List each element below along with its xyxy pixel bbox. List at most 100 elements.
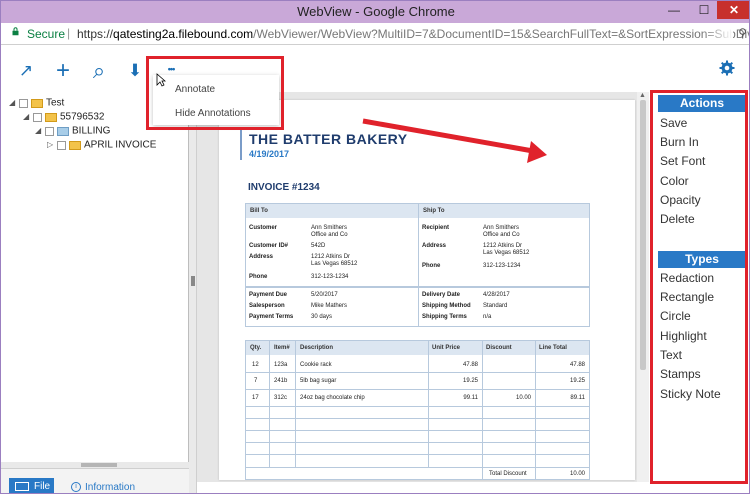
bill-phone-label: Phone [249, 274, 268, 280]
row3-line-total: 89.11 [570, 395, 585, 401]
tree-node-label: Test [46, 97, 65, 109]
row2-qty: 7 [254, 378, 258, 384]
row-divider [246, 418, 589, 419]
bill-phone-value: 312-123-1234 [311, 274, 349, 280]
browser-window: WebView - Google Chrome — ☐ ✕ Secure | h… [0, 0, 750, 494]
col-header-item: Item# [274, 345, 290, 351]
row1-line-total: 47.88 [569, 362, 585, 368]
annotation-arrow-icon [362, 118, 547, 163]
collapse-icon[interactable]: ◢ [9, 96, 17, 110]
customer-id-label: Customer ID# [249, 243, 289, 249]
url-fade [703, 23, 733, 44]
col-divider [428, 341, 429, 467]
row3-item: 312c [274, 395, 288, 401]
tab-file[interactable]: File [9, 478, 54, 493]
info-icon: i [71, 482, 81, 493]
payment-terms-value: 30 days [311, 314, 333, 320]
row3-discount: 10.00 [515, 395, 531, 401]
row2-line-total: 19.25 [569, 378, 585, 384]
row-divider [246, 389, 589, 390]
minimize-button[interactable]: — [659, 1, 689, 19]
row-divider [246, 467, 589, 468]
total-discount-label: Total Discount [489, 471, 527, 477]
address-separator: | [67, 26, 71, 40]
row1-unit-price: 47.88 [462, 362, 478, 368]
row3-description: 24oz bag chocolate chip [300, 395, 365, 401]
invoice-date: 4/19/2017 [249, 149, 290, 159]
recipient-label: Recipient [422, 225, 450, 231]
row1-qty: 12 [252, 362, 259, 368]
viewer-scrollbar[interactable]: ▲ [637, 92, 649, 482]
collapse-icon[interactable]: ◢ [23, 110, 31, 124]
customer-value: Ann Smithers Office and Co [311, 225, 348, 238]
lock-icon [12, 27, 19, 36]
payment-due-value: 5/20/2017 [311, 292, 338, 298]
secure-label: Secure [27, 27, 66, 41]
row-divider [246, 442, 589, 443]
scrollbar-thumb[interactable] [81, 463, 117, 467]
col-header-unit-price: Unit Price [432, 345, 461, 351]
close-button[interactable]: ✕ [717, 1, 749, 19]
tree-node-label: APRIL INVOICE [84, 139, 157, 151]
add-icon[interactable]: + [52, 59, 74, 83]
url-text[interactable]: https://qatesting2a.filebound.com/WebVie… [77, 27, 750, 41]
splitter-grip[interactable] [191, 276, 195, 286]
ship-phone-label: Phone [422, 263, 441, 269]
row2-unit-price: 19.25 [462, 378, 478, 384]
scrollbar-thumb[interactable] [640, 100, 646, 370]
tab-information-label: Information [85, 482, 136, 493]
download-icon[interactable]: ⬇ [124, 60, 146, 82]
row2-description: 5lb bag sugar [300, 378, 337, 384]
tree-checkbox[interactable] [45, 126, 54, 136]
maximize-button[interactable]: ☐ [689, 1, 719, 19]
address-bar[interactable]: Secure | https://qatesting2a.filebound.c… [1, 23, 750, 45]
ship-address-value: 1212 Atkins Dr Las Vegas 68512 [483, 243, 530, 256]
viewer-toolbar: ↗ + ⌕ ⬇ ••• [1, 46, 749, 92]
tab-information[interactable]: i Information [71, 482, 135, 493]
tree-node-55796532[interactable]: ◢ 55796532 [23, 110, 105, 124]
tab-file-label: File [34, 481, 51, 492]
extension-icon[interactable]: ⚲ [738, 26, 747, 40]
row1-item: 123a [274, 362, 288, 368]
col-header-qty: Qty. [250, 345, 262, 351]
payment-terms-label: Payment Terms [249, 314, 294, 320]
items-table-header [246, 341, 589, 355]
search-icon[interactable]: ⌕ [88, 60, 110, 82]
url-host: qatesting2a.filebound.com [113, 27, 254, 41]
row-divider [246, 430, 589, 431]
tree-checkbox[interactable] [33, 112, 42, 122]
share-icon[interactable]: ↗ [15, 60, 37, 82]
tree-node-billing[interactable]: ◢ BILLING [35, 124, 110, 138]
recipient-value: Ann Smithers Office and Co [483, 225, 520, 238]
scroll-up-icon[interactable]: ▲ [639, 92, 646, 99]
gear-icon[interactable] [719, 60, 735, 76]
bottom-tab-bar: File i Information [1, 468, 189, 493]
collapse-icon[interactable]: ◢ [35, 124, 43, 138]
url-path: /WebViewer/WebView?MultiID=7&DocumentID=… [253, 27, 750, 41]
tree-node-april-invoice[interactable]: ▷ APRIL INVOICE [47, 138, 156, 152]
folder-icon [45, 112, 57, 122]
row-divider [246, 372, 589, 373]
folder-icon [69, 140, 81, 150]
tree-node-test[interactable]: ◢ Test [9, 96, 64, 110]
url-scheme: https:// [77, 27, 114, 41]
ship-to-header: Ship To [419, 204, 589, 218]
col-divider [482, 341, 483, 480]
salesperson-value: Mike Mathers [311, 303, 348, 309]
pane-splitter[interactable] [189, 92, 197, 493]
row3-unit-price: 99.11 [463, 395, 478, 401]
section-divider [418, 204, 419, 286]
total-discount-value: 10.00 [569, 471, 585, 477]
col-divider [269, 341, 270, 467]
row2-item: 241b [274, 378, 288, 384]
col-header-discount: Discount [486, 345, 512, 351]
col-divider [295, 341, 296, 467]
tree-checkbox[interactable] [57, 140, 66, 150]
row3-qty: 17 [252, 395, 259, 401]
window-title: WebView - Google Chrome [297, 4, 455, 19]
tree-checkbox[interactable] [19, 98, 28, 108]
title-bar: WebView - Google Chrome — ☐ ✕ [1, 1, 749, 23]
left-pane: ◢ Test ◢ 55796532 ◢ BILLING ▷ APRIL INVOICE [1, 92, 189, 493]
expand-icon[interactable]: ▷ [47, 138, 55, 152]
ship-address-label: Address [422, 243, 447, 249]
